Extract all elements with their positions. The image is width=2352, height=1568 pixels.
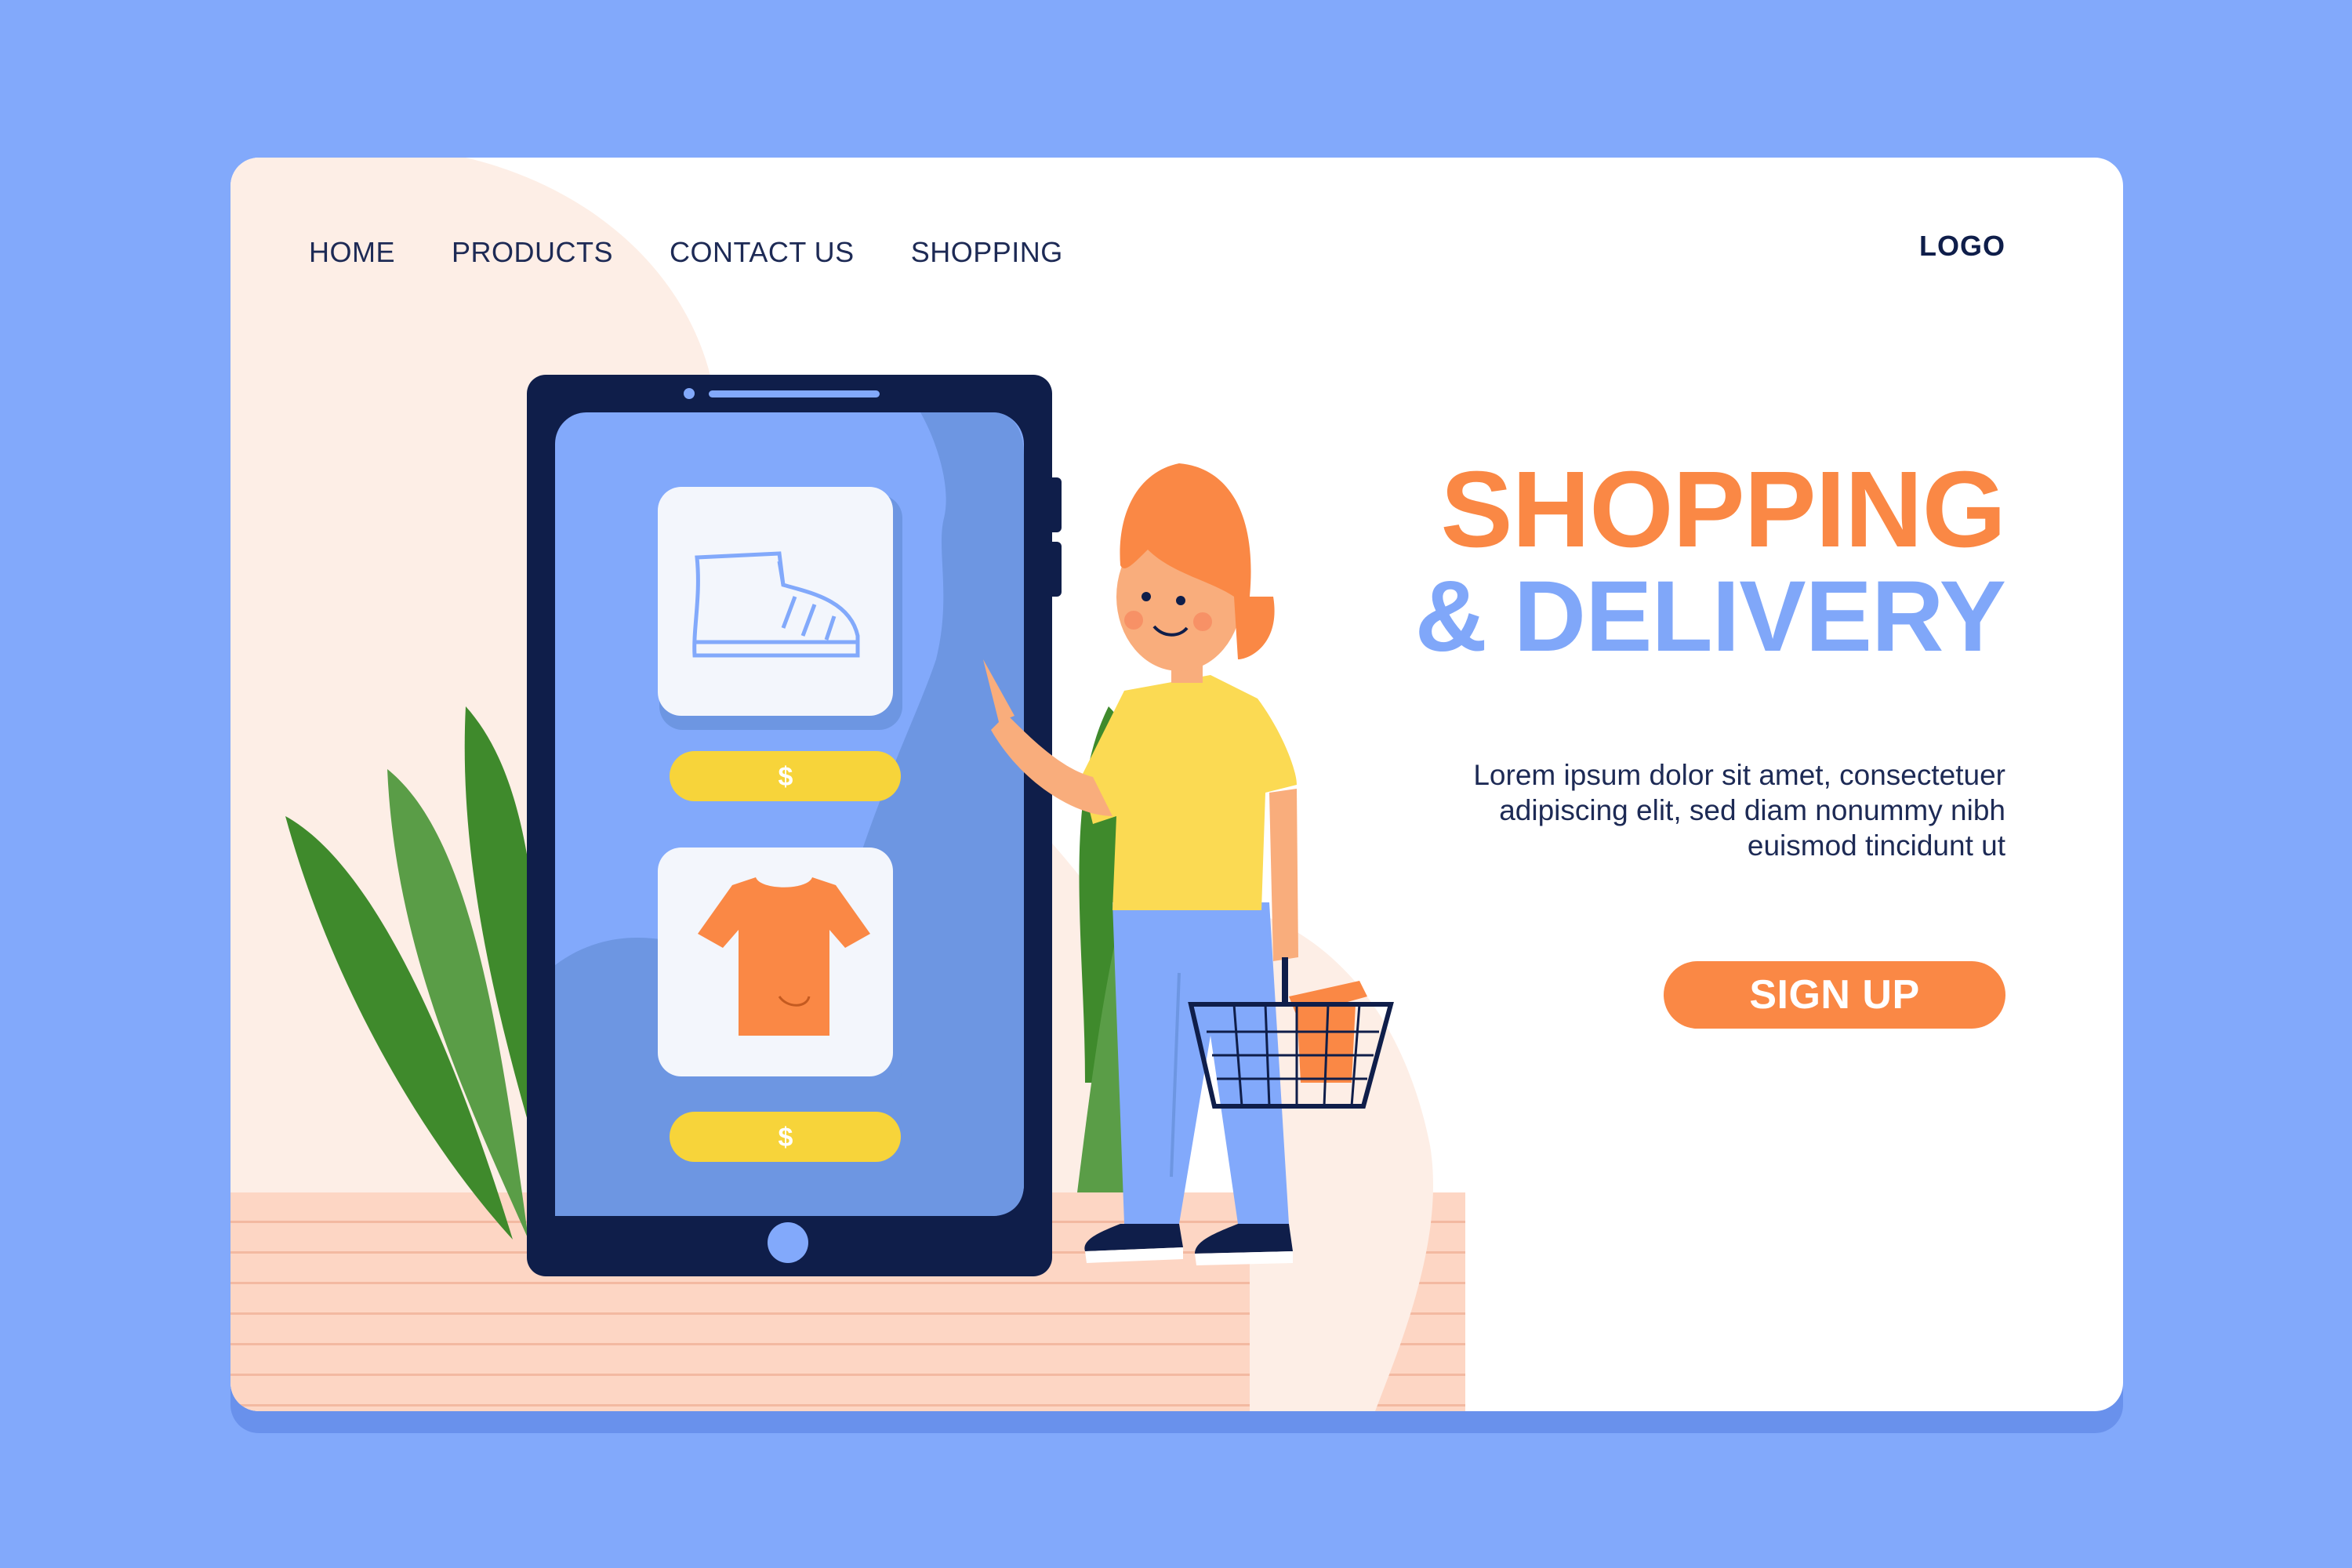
hero-title-line2: & DELIVERY xyxy=(1414,561,2006,673)
landing-page-card: HOME PRODUCTS CONTACT US SHOPPING LOGO $… xyxy=(230,158,2123,1411)
hero-description-line1: Lorem ipsum dolor sit amet, consectetuer xyxy=(1473,759,2005,791)
hero-description-line3: euismod tincidunt ut xyxy=(1747,829,2005,862)
hero-description: Lorem ipsum dolor sit amet, consectetuer… xyxy=(1363,757,2005,863)
hero-title-line1: SHOPPING xyxy=(1440,449,2006,570)
sign-up-button[interactable]: SIGN UP xyxy=(1664,961,2005,1029)
price-tag-2: $ xyxy=(670,1112,901,1162)
price-symbol-2: $ xyxy=(779,1123,793,1152)
price-symbol-1: $ xyxy=(779,762,793,792)
product-card-tshirt[interactable] xyxy=(658,848,902,1091)
hero-description-line2: adipiscing elit, sed diam nonummy nibh xyxy=(1499,794,2005,826)
product-card-sneaker[interactable] xyxy=(658,487,902,730)
price-tag-1: $ xyxy=(670,751,901,801)
hero-title: SHOPPING & DELIVERY xyxy=(1414,449,2006,673)
logo[interactable]: LOGO xyxy=(1919,230,2005,263)
hero-illustration: $ $ xyxy=(285,375,1394,1276)
